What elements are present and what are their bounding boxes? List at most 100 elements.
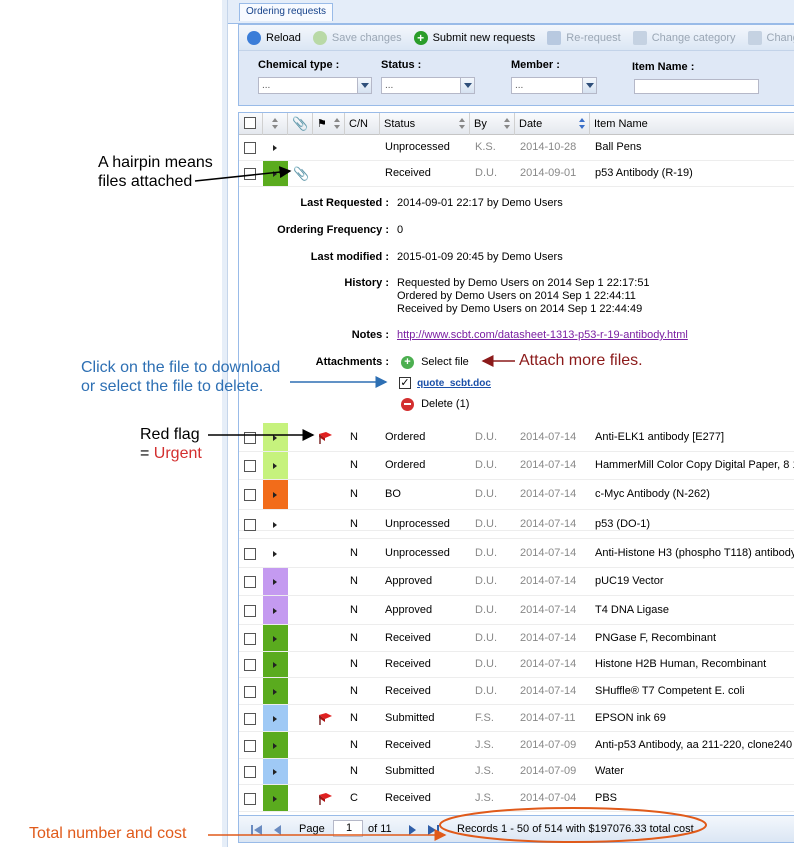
item-name-cell: HammerMill Color Copy Digital Paper, 8 1 <box>595 459 794 471</box>
page-number-input[interactable]: 1 <box>333 820 363 837</box>
row-checkbox[interactable] <box>244 686 256 698</box>
row-checkbox[interactable] <box>244 740 256 752</box>
orders-grid: 📎 ⚑ C/N Status By Date Item Name Unproce… <box>238 112 794 818</box>
row-checkbox[interactable] <box>244 713 256 725</box>
next-page-icon[interactable] <box>407 824 417 836</box>
header-select-all[interactable] <box>239 113 263 135</box>
table-row[interactable]: N Ordered D.U. 2014-07-14 Anti-ELK1 antibody… <box>239 423 794 452</box>
file-link[interactable]: quote_scbt.doc <box>417 378 491 389</box>
table-row[interactable]: Unprocessed K.S. 2014-10-28 Ball Pens <box>239 135 794 161</box>
paperclip-icon: 📎 <box>292 116 309 131</box>
expand-row-icon[interactable] <box>273 796 277 802</box>
row-checkbox[interactable] <box>244 432 256 444</box>
submit-new-requests-button[interactable]: + Submit new requests <box>410 27 540 49</box>
tab-ordering-requests[interactable]: Ordering requests <box>239 3 334 21</box>
table-row[interactable]: N Received D.U. 2014-07-14 PNGase F, Recombi… <box>239 625 794 652</box>
table-row[interactable]: N Approved D.U. 2014-07-14 pUC19 Vector <box>239 568 794 596</box>
row-checkbox[interactable] <box>244 548 256 560</box>
chevron-down-icon <box>460 78 474 93</box>
red-flag-icon <box>317 712 333 726</box>
table-row[interactable]: N Received J.S. 2014-07-09 Anti-p53 Antibody… <box>239 732 794 759</box>
last-page-icon[interactable] <box>427 824 439 836</box>
notes-link[interactable]: http://www.scbt.com/datasheet-1313-p53-r… <box>397 329 688 341</box>
chemical-type-select[interactable]: ... <box>258 77 372 94</box>
row-checkbox[interactable] <box>244 576 256 588</box>
re-request-button[interactable]: Re-request <box>543 27 624 49</box>
by-cell: D.U. <box>475 488 497 500</box>
table-row[interactable]: N Unprocessed D.U. 2014-07-14 p53 (DO-1) <box>239 510 794 539</box>
row-checkbox[interactable] <box>244 168 256 180</box>
expand-row-icon[interactable] <box>273 145 277 151</box>
prev-page-icon[interactable] <box>273 824 283 836</box>
expand-row-icon[interactable] <box>273 171 277 177</box>
history-label: History : <box>344 277 389 289</box>
header-category[interactable] <box>263 113 288 135</box>
table-row[interactable]: N Approved D.U. 2014-07-14 T4 DNA Ligase <box>239 596 794 625</box>
table-row[interactable]: N Unprocessed D.U. 2014-07-14 Anti-Histone H… <box>239 539 794 568</box>
header-attachment[interactable]: 📎 <box>288 113 313 135</box>
select-file-button[interactable]: + Select file <box>401 356 469 369</box>
row-checkbox[interactable] <box>244 659 256 671</box>
by-cell: K.S. <box>475 141 496 153</box>
table-row[interactable]: N Submitted J.S. 2014-07-09 Water <box>239 759 794 785</box>
reload-button[interactable]: Reload <box>243 27 305 49</box>
change-button-truncated[interactable]: Chang <box>744 27 794 49</box>
by-cell: D.U. <box>475 632 497 644</box>
expand-row-icon[interactable] <box>273 636 277 642</box>
table-row[interactable]: 📎 Received D.U. 2014-09-01 p53 Antibody (R-1… <box>239 161 794 187</box>
date-cell: 2014-07-14 <box>520 575 577 587</box>
row-checkbox[interactable] <box>244 793 256 805</box>
expand-row-icon[interactable] <box>273 689 277 695</box>
expand-row-icon[interactable] <box>273 435 277 441</box>
header-flag[interactable]: ⚑ <box>313 113 345 135</box>
table-row[interactable]: N Received D.U. 2014-07-14 SHuffle® T7 Compe… <box>239 678 794 705</box>
file-checkbox[interactable]: ✓ <box>399 377 411 390</box>
expand-row-icon[interactable] <box>273 608 277 614</box>
header-date[interactable]: Date <box>515 113 590 135</box>
expand-row-icon[interactable] <box>273 769 277 775</box>
tab-bar: Ordering requests <box>228 0 794 24</box>
table-row[interactable]: N Received D.U. 2014-07-14 Histone H2B Human… <box>239 652 794 678</box>
item-name-input[interactable] <box>634 79 759 94</box>
expand-row-icon[interactable] <box>273 579 277 585</box>
expand-row-icon[interactable] <box>273 492 277 498</box>
expand-row-icon[interactable] <box>273 551 277 557</box>
table-row[interactable]: N Ordered D.U. 2014-07-14 HammerMill Color C… <box>239 452 794 480</box>
annotation-click-line1: Click on the file to download <box>81 359 281 376</box>
first-page-icon[interactable] <box>251 824 263 836</box>
expand-row-icon[interactable] <box>273 743 277 749</box>
date-cell: 2014-07-14 <box>520 658 577 670</box>
row-checkbox[interactable] <box>244 766 256 778</box>
row-checkbox[interactable] <box>244 519 256 531</box>
expand-row-icon[interactable] <box>273 716 277 722</box>
expand-row-icon[interactable] <box>273 463 277 469</box>
paperclip-icon[interactable]: 📎 <box>293 166 309 182</box>
row-checkbox[interactable] <box>244 489 256 501</box>
frequency-value: 0 <box>397 224 404 236</box>
header-status[interactable]: Status <box>380 113 470 135</box>
row-checkbox[interactable] <box>244 142 256 154</box>
header-by[interactable]: By <box>470 113 515 135</box>
header-cn[interactable]: C/N <box>345 113 380 135</box>
header-item-name[interactable]: Item Name <box>590 113 794 135</box>
save-changes-button[interactable]: Save changes <box>309 27 406 49</box>
row-checkbox[interactable] <box>244 633 256 645</box>
status-select[interactable]: ... <box>381 77 475 94</box>
delete-file-button[interactable]: Delete (1) <box>401 398 469 411</box>
expand-row-icon[interactable] <box>273 522 277 528</box>
table-row[interactable]: N BO D.U. 2014-07-14 c-Myc Antibody (N-262) <box>239 480 794 510</box>
row-checkbox[interactable] <box>244 605 256 617</box>
row-checkbox[interactable] <box>244 460 256 472</box>
select-all-checkbox[interactable] <box>244 117 256 129</box>
page-label: Page <box>299 823 325 835</box>
change-category-button[interactable]: Change category <box>629 27 740 49</box>
table-row[interactable]: C Received J.S. 2014-07-04 PBS <box>239 785 794 812</box>
date-cell: 2014-09-01 <box>520 167 577 179</box>
frequency-label: Ordering Frequency : <box>277 224 389 236</box>
date-cell: 2014-07-14 <box>520 431 577 443</box>
table-row[interactable]: N Submitted F.S. 2014-07-11 EPSON ink 69 <box>239 705 794 732</box>
member-select[interactable]: ... <box>511 77 597 94</box>
history-line: Ordered by Demo Users on 2014 Sep 1 22:4… <box>397 290 636 302</box>
member-filter-label: Member : <box>511 59 560 71</box>
expand-row-icon[interactable] <box>273 662 277 668</box>
